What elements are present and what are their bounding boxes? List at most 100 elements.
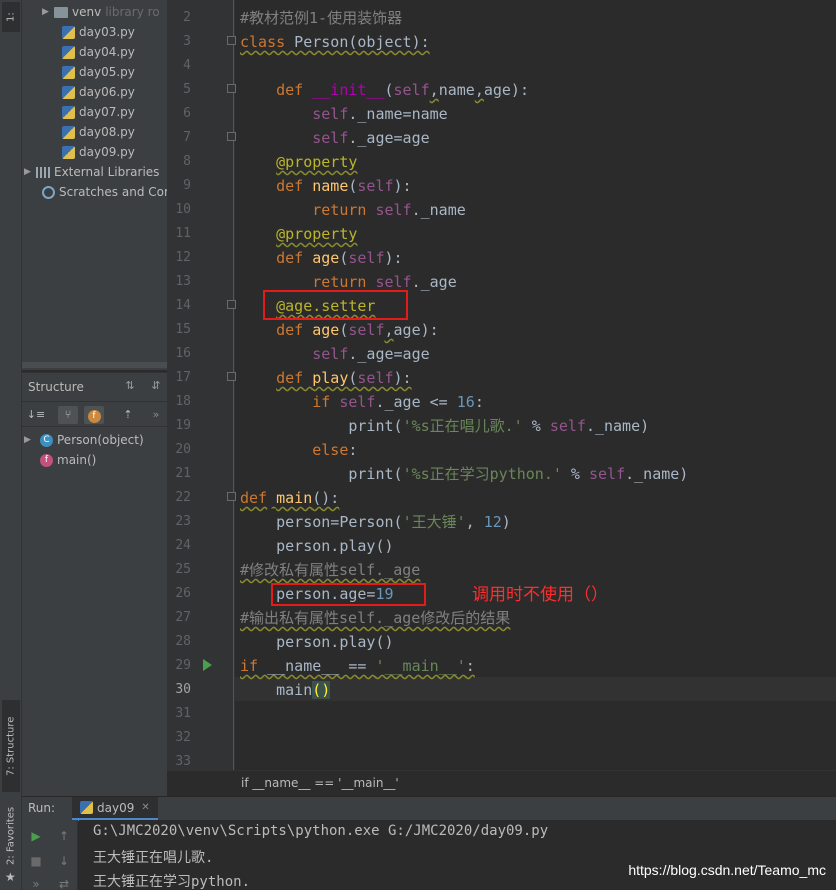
run-label: Run: (28, 801, 56, 815)
sort-alphabetically-icon[interactable]: ↓≡ (26, 406, 46, 424)
tree-item-day09[interactable]: day09.py (62, 142, 135, 162)
code-line-6: self._name=name (312, 105, 448, 123)
python-file-icon (62, 105, 75, 119)
show-inherited-icon[interactable]: ⑂ (58, 406, 78, 424)
code-line-15: def age(self,age): (276, 321, 439, 339)
soft-wrap-icon[interactable]: ⇄ (56, 876, 72, 890)
line-number: 10 (175, 202, 191, 217)
more-icon[interactable]: » (146, 406, 166, 424)
run-toolbar: ▶ ↑ ■ ↓ » ⇄ (22, 820, 78, 890)
stop-icon[interactable]: ■ (28, 853, 44, 869)
line-number: 32 (175, 730, 191, 745)
fold-marker-icon[interactable] (227, 372, 236, 381)
autoscroll-icon[interactable]: ⇡ (118, 406, 138, 424)
code-line-21: print('%s正在学习python.' % self._name) (240, 465, 689, 483)
expand-all-icon[interactable]: ⇅ (123, 379, 137, 393)
scroll-down-icon[interactable]: ↓ (56, 853, 72, 869)
tree-item-day03[interactable]: day03.py (62, 22, 135, 42)
structure-tab-label: 7: Structure (5, 716, 17, 776)
fold-marker-icon[interactable] (227, 36, 236, 45)
line-number: 24 (175, 538, 191, 553)
tree-item-scratches[interactable]: Scratches and Cor (42, 182, 167, 202)
code-line-30: main() (240, 681, 331, 699)
line-number: 25 (175, 562, 191, 577)
left-tool-strip: 1: 7: Structure 2: Favorites ★ (0, 0, 22, 890)
tree-item-day05[interactable]: day05.py (62, 62, 135, 82)
tree-item-venv[interactable]: ▶ venv library ro (42, 2, 160, 22)
python-file-icon (62, 125, 75, 139)
structure-item-label: main() (57, 453, 97, 467)
python-file-icon (62, 65, 75, 79)
tree-item-day07[interactable]: day07.py (62, 102, 135, 122)
tree-item-day06[interactable]: day06.py (62, 82, 135, 102)
line-number: 14 (175, 298, 191, 313)
expand-arrow-icon[interactable]: ▶ (24, 167, 36, 177)
tree-item-label: day04.py (79, 45, 135, 59)
fold-marker-icon[interactable] (227, 492, 236, 501)
tree-item-label: venv (72, 5, 102, 19)
code-line-2: #教材范例1-使用装饰器 (240, 9, 403, 27)
line-number: 16 (175, 346, 191, 361)
code-line-5: def __init__(self,name,age): (276, 81, 529, 99)
console-output[interactable]: G:\JMC2020\venv\Scripts\python.exe G:/JM… (79, 820, 836, 890)
structure-panel: Structure ⇅ ⇵ ↓≡ ⑂ f ⇡ » ▶ C Person(obje… (22, 372, 167, 796)
folder-icon (54, 6, 68, 18)
line-number: 19 (175, 418, 191, 433)
tree-item-day04[interactable]: day04.py (62, 42, 135, 62)
class-icon: C (40, 433, 53, 447)
line-number: 28 (175, 634, 191, 649)
line-number: 30 (175, 682, 191, 697)
project-tab-label: 1: (5, 12, 17, 22)
breadcrumb[interactable]: if __name__ == '__main__' (241, 776, 399, 790)
line-number: 23 (175, 514, 191, 529)
line-number: 5 (183, 82, 191, 97)
code-line-27: #输出私有属性self._age修改后的结果 (240, 609, 511, 627)
tree-item-external-libraries[interactable]: ▶ External Libraries (24, 162, 159, 182)
fold-marker-icon[interactable] (227, 132, 236, 141)
fold-marker-icon[interactable] (227, 300, 236, 309)
code-line-22: def main(): (240, 489, 340, 507)
show-fields-icon[interactable]: f (84, 406, 104, 424)
run-tab-day09[interactable]: day09 ✕ (72, 797, 158, 821)
code-line-29: if __name__ == '__main__': (240, 657, 475, 675)
rerun-icon[interactable]: ▶ (28, 828, 44, 844)
expand-arrow-icon[interactable]: ▶ (24, 435, 40, 445)
tree-item-label: day08.py (79, 125, 135, 139)
python-file-icon (62, 25, 75, 39)
code-line-16: self._age=age (312, 345, 430, 363)
favorites-tool-tab[interactable]: 2: Favorites (2, 800, 20, 872)
expand-arrow-icon[interactable]: ▶ (42, 7, 54, 17)
close-icon[interactable]: ✕ (141, 802, 149, 813)
python-file-icon (62, 145, 75, 159)
line-number: 15 (175, 322, 191, 337)
line-number: 21 (175, 466, 191, 481)
line-number: 29 (175, 658, 191, 673)
more-icon[interactable]: » (28, 876, 44, 890)
line-number: 6 (183, 106, 191, 121)
python-file-icon (62, 85, 75, 99)
fold-marker-icon[interactable] (227, 84, 236, 93)
highlight-age-assignment (271, 583, 426, 606)
run-tab-label: day09 (97, 800, 135, 815)
tree-item-label: day05.py (79, 65, 135, 79)
scratches-icon (42, 185, 55, 199)
code-line-23: person=Person('王大锤', 12) (240, 513, 511, 531)
scroll-up-icon[interactable]: ↑ (56, 828, 72, 844)
horizontal-scrollbar[interactable] (22, 362, 167, 368)
structure-item-person[interactable]: ▶ C Person(object) (24, 430, 144, 450)
structure-item-main[interactable]: f main() (40, 450, 96, 470)
project-tool-tab[interactable]: 1: (2, 2, 20, 32)
structure-item-label: Person(object) (57, 433, 144, 447)
line-number: 11 (175, 226, 191, 241)
line-number: 20 (175, 442, 191, 457)
run-gutter-icon[interactable] (203, 659, 212, 671)
favorites-tab-label: 2: Favorites (5, 806, 17, 866)
line-number: 9 (183, 178, 191, 193)
highlight-age-setter (263, 290, 408, 320)
structure-toolbar: ↓≡ ⑂ f ⇡ » (22, 401, 167, 427)
annotation-text: 调用时不使用（） (472, 585, 608, 605)
tree-item-hint: library ro (105, 5, 160, 19)
tree-item-day08[interactable]: day08.py (62, 122, 135, 142)
collapse-all-icon[interactable]: ⇵ (149, 379, 163, 393)
structure-tool-tab[interactable]: 7: Structure (2, 700, 20, 792)
